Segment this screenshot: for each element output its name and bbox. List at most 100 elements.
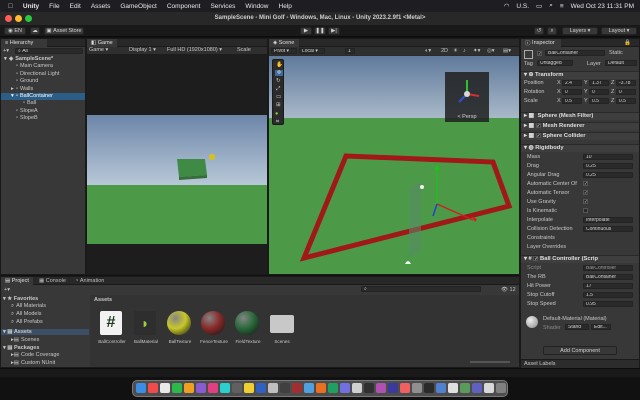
- transform-rotation-x-input[interactable]: 0: [562, 89, 582, 95]
- dock-app-icon[interactable]: [232, 383, 242, 393]
- transform-scale-y-input[interactable]: 0.5: [589, 98, 609, 104]
- active-checkbox[interactable]: ✓: [537, 51, 542, 56]
- dock-app-icon[interactable]: [496, 383, 506, 393]
- dock-app-icon[interactable]: [208, 383, 218, 393]
- ball-controller-field-input[interactable]: BallContainer: [583, 274, 633, 280]
- asset-item[interactable]: Scenes: [266, 311, 298, 359]
- hierarchy-add-button[interactable]: +▾: [3, 48, 13, 54]
- account-button[interactable]: ◉ EN: [4, 27, 26, 35]
- layer-overrides-foldout[interactable]: Layer Overrides: [527, 244, 566, 250]
- dock-app-icon[interactable]: [148, 383, 158, 393]
- editor-tool-icon[interactable]: ⌗: [276, 119, 279, 126]
- cloud-button[interactable]: ☁: [30, 27, 40, 35]
- step-button[interactable]: ▶|: [328, 27, 340, 35]
- asset-item[interactable]: FieldTexture: [232, 311, 264, 359]
- component-enabled-checkbox[interactable]: ✓: [535, 123, 541, 128]
- tab-game[interactable]: ◧ Game: [87, 39, 117, 47]
- menu-component[interactable]: Component: [167, 3, 201, 10]
- search-button[interactable]: ⌕: [547, 27, 557, 35]
- layout-dropdown[interactable]: Layout ▾: [601, 27, 637, 35]
- ball-controller-header[interactable]: ▾ # ✓ Ball Controller (Scrip: [521, 255, 639, 263]
- menu-assets[interactable]: Assets: [91, 3, 111, 10]
- asset-store-button[interactable]: ▣ Asset Store: [44, 27, 84, 35]
- dock-app-icon[interactable]: [460, 383, 470, 393]
- dock-app-icon[interactable]: [424, 383, 434, 393]
- assets-tree-header[interactable]: ▾ ▤ Assets: [1, 329, 89, 335]
- battery-icon[interactable]: ▭: [536, 2, 542, 10]
- resolution-selector[interactable]: Full HD (1920x1080) ▾: [167, 47, 222, 53]
- asset-folder-item[interactable]: ▸▤ Scenes: [11, 337, 39, 343]
- dock-app-icon[interactable]: [280, 383, 290, 393]
- game-viewport[interactable]: [87, 115, 267, 244]
- custom-tool-icon[interactable]: ●: [275, 111, 278, 117]
- hierarchy-item[interactable]: ▫ SlopeB: [1, 115, 85, 122]
- tab-console[interactable]: ▦ Console: [35, 277, 69, 285]
- dock-app-icon[interactable]: [316, 383, 326, 393]
- hierarchy-item[interactable]: ▫ SlopeA: [1, 108, 85, 115]
- transform-position-y-input[interactable]: 1.37: [589, 80, 609, 86]
- thumbnail-size-slider[interactable]: [470, 361, 510, 363]
- asset-item[interactable]: BallTexture: [164, 311, 196, 359]
- audio-toggle-icon[interactable]: ♪: [463, 48, 466, 54]
- scale-slider-label[interactable]: Scale: [237, 47, 251, 53]
- rigidbody-field-input[interactable]: Continuous: [583, 226, 633, 232]
- 2d-toggle[interactable]: 2D: [441, 48, 448, 54]
- tab-scene[interactable]: ◈ Scene: [269, 39, 299, 47]
- rotate-tool-icon[interactable]: ↻: [276, 78, 281, 84]
- add-component-button[interactable]: Add Component: [543, 346, 617, 355]
- persp-label[interactable]: < Persp: [457, 114, 476, 120]
- pivot-dropdown[interactable]: Pivot ▾: [271, 48, 297, 54]
- dock-app-icon[interactable]: [292, 383, 302, 393]
- lighting-toggle-icon[interactable]: ☀: [453, 48, 458, 54]
- menu-help[interactable]: Help: [279, 3, 292, 10]
- dock-app-icon[interactable]: [160, 383, 170, 393]
- package-item[interactable]: ▸▤ Custom NUnit: [11, 360, 55, 366]
- constraints-foldout[interactable]: Constraints: [527, 235, 555, 241]
- hierarchy-item[interactable]: ▾ ◈ SampleScene*: [1, 56, 85, 63]
- scale-tool-icon[interactable]: ⤢: [276, 86, 280, 93]
- dock-app-icon[interactable]: [472, 383, 482, 393]
- dock-app-icon[interactable]: [196, 383, 206, 393]
- rigidbody-field-input[interactable]: 0.25: [583, 163, 633, 169]
- menu-unity[interactable]: Unity: [23, 3, 39, 10]
- display-selector[interactable]: Display 1 ▾: [129, 47, 156, 53]
- tab-animation[interactable]: ◔ Animation: [71, 277, 115, 285]
- dock-app-icon[interactable]: [400, 383, 410, 393]
- asset-item[interactable]: ◗ BallMaterial: [130, 311, 162, 359]
- layer-dropdown[interactable]: Default: [605, 60, 637, 66]
- ball-controller-enabled-checkbox[interactable]: ✓: [533, 256, 539, 261]
- menu-file[interactable]: File: [49, 3, 59, 10]
- search-icon[interactable]: ⌕: [549, 2, 553, 10]
- history-button[interactable]: ↺: [534, 27, 544, 35]
- menu-edit[interactable]: Edit: [70, 3, 81, 10]
- wifi-icon[interactable]: ◠: [504, 2, 510, 10]
- component-header[interactable]: ▸ ▦ Sphere (Mesh Filter): [521, 112, 639, 120]
- dock-app-icon[interactable]: [364, 383, 374, 393]
- pause-button[interactable]: ❚❚: [314, 27, 326, 35]
- package-item[interactable]: ▸▤ Code Coverage: [11, 352, 60, 358]
- transform-position-x-input[interactable]: 2.4: [562, 80, 582, 86]
- object-name-field[interactable]: BallContainer: [545, 50, 605, 56]
- rigidbody-field-input[interactable]: 10: [583, 154, 633, 160]
- component-header[interactable]: ▸ ▦ ✓ Sphere Collider: [521, 132, 639, 140]
- game-display-mode[interactable]: Game ▾: [89, 47, 108, 53]
- transform-tool-icon[interactable]: ⊞: [276, 102, 281, 108]
- gizmos-toggle-icon[interactable]: ◎▾: [487, 48, 495, 54]
- dock-app-icon[interactable]: [376, 383, 386, 393]
- menu-window[interactable]: Window: [245, 3, 268, 10]
- favorites-header[interactable]: ▾ ★ Favorites: [3, 296, 38, 302]
- dock-app-icon[interactable]: [436, 383, 446, 393]
- tag-dropdown[interactable]: Untagged: [537, 60, 573, 66]
- dock-app-icon[interactable]: [184, 383, 194, 393]
- dock-app-icon[interactable]: [328, 383, 338, 393]
- packages-header[interactable]: ▾ ▤ Packages: [3, 345, 39, 351]
- hand-tool-icon[interactable]: ✋: [276, 62, 283, 68]
- ball-controller-field-input[interactable]: 1.5: [583, 292, 633, 298]
- scene-viewport[interactable]: < Persp: [269, 56, 519, 274]
- rect-tool-icon[interactable]: ▭: [276, 94, 281, 100]
- snap-value-input[interactable]: 1: [345, 48, 355, 54]
- dock-app-icon[interactable]: [484, 383, 494, 393]
- hierarchy-item[interactable]: ▫ Ground: [1, 78, 85, 85]
- dock-app-icon[interactable]: [352, 383, 362, 393]
- draw-mode-icon[interactable]: ◐▾: [425, 48, 431, 54]
